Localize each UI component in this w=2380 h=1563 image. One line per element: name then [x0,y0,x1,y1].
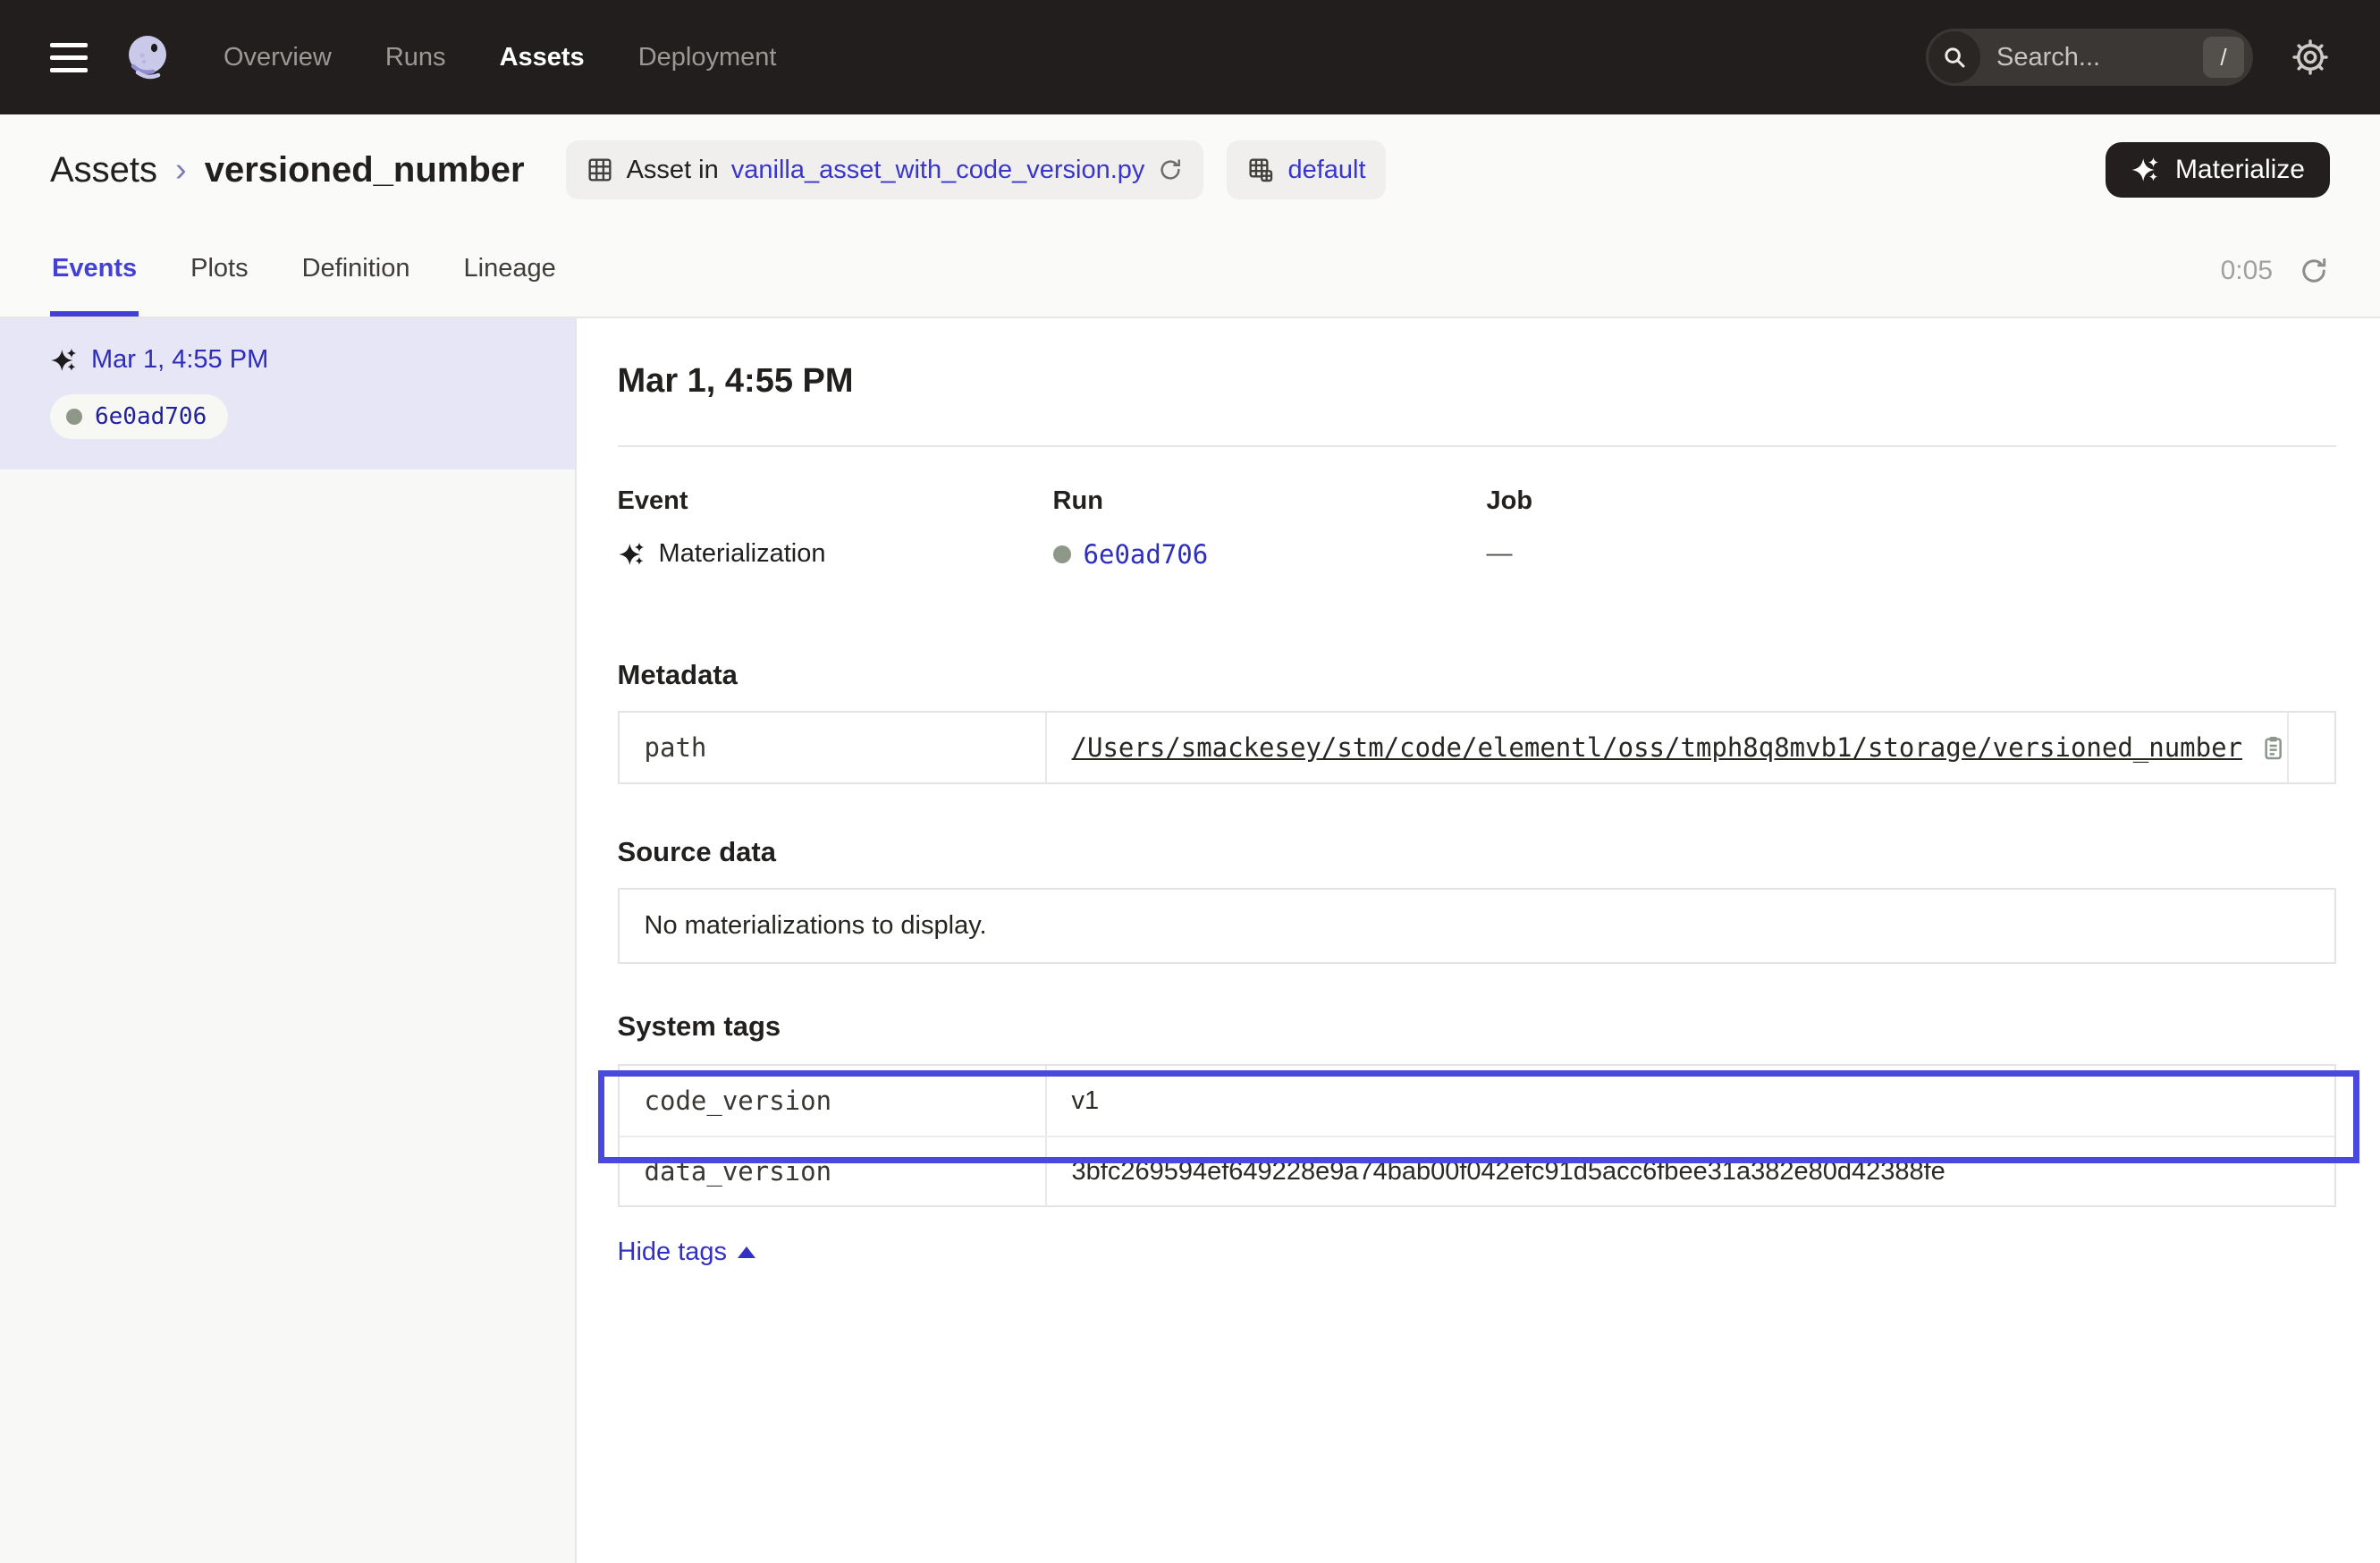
run-id-pill[interactable]: 6e0ad706 [50,394,228,439]
event-detail-title: Mar 1, 4:55 PM [618,359,2336,402]
event-type-value: Materialization [659,539,826,569]
tag-key: code_version [620,1066,1047,1136]
event-column-label: Event [618,486,1053,516]
breadcrumb-assets-link[interactable]: Assets [50,150,157,190]
hamburger-menu-icon[interactable] [50,43,88,72]
metadata-heading: Metadata [618,659,2336,691]
asset-group-badge: default [1227,140,1385,199]
run-column-label: Run [1053,486,1487,516]
tab-plots[interactable]: Plots [189,225,249,317]
dagster-logo-icon[interactable] [123,34,170,80]
event-list-item[interactable]: Mar 1, 4:55 PM 6e0ad706 [0,318,575,469]
tag-key: data_version [620,1137,1047,1205]
run-id-label: 6e0ad706 [95,403,207,430]
search-placeholder: Search... [1996,43,2100,72]
hide-tags-label: Hide tags [618,1238,728,1267]
system-tags-table: code_version v1 data_version 3bfc269594e… [618,1064,2336,1207]
breadcrumb-asset-name: versioned_number [205,150,525,190]
metadata-key: path [620,713,1047,782]
source-data-empty-message: No materializations to display. [618,888,2336,964]
table-grid-icon [586,156,614,184]
reload-definition-icon[interactable] [1157,156,1184,183]
refresh-button[interactable] [2298,255,2330,287]
refresh-timer: 0:05 [2221,256,2273,286]
system-tags-heading: System tags [618,1010,2336,1043]
search-input[interactable]: Search... / [1926,29,2253,86]
job-empty-value: — [1487,539,1513,569]
tag-value: v1 [1047,1066,2334,1136]
event-column: Event Materialization [618,486,1053,570]
nav-item-assets[interactable]: Assets [500,43,585,72]
sparkle-icon [2131,155,2161,185]
tab-lineage[interactable]: Lineage [462,225,558,317]
tab-events[interactable]: Events [50,225,139,317]
materialization-sparkle-icon [618,540,646,569]
hide-tags-link[interactable]: Hide tags [618,1238,756,1267]
breadcrumb-chevron-icon: › [175,151,187,190]
event-detail-pane: Mar 1, 4:55 PM Event Materialization Run [577,318,2380,1563]
run-status-dot-icon [66,409,82,425]
asset-tabs-bar: Events Plots Definition Lineage 0:05 [0,225,2380,318]
collapse-caret-icon [738,1246,755,1258]
tab-definition[interactable]: Definition [300,225,412,317]
job-column-label: Job [1487,486,2336,516]
metadata-path-link[interactable]: /Users/smackesey/stm/code/elementl/oss/t… [1072,732,2242,763]
asset-in-label: Asset in [627,156,719,185]
search-shortcut-badge: / [2203,37,2244,78]
materialize-button[interactable]: Materialize [2106,142,2330,198]
table-row: path /Users/smackesey/stm/code/elementl/… [620,713,2334,782]
asset-group-icon [1246,156,1275,184]
materialize-button-label: Materialize [2175,155,2305,185]
event-timestamp-link: Mar 1, 4:55 PM [91,345,268,375]
tag-value: 3bfc269594ef649228e9a74bab00f042efc91d5a… [1047,1137,2334,1205]
metadata-actions-cell [2287,713,2334,782]
source-data-heading: Source data [618,836,2336,868]
run-id-link[interactable]: 6e0ad706 [1084,539,1209,570]
event-list-sidebar: Mar 1, 4:55 PM 6e0ad706 [0,318,577,1563]
nav-item-runs[interactable]: Runs [385,43,446,72]
asset-header: Assets › versioned_number Asset in vanil… [0,114,2380,225]
search-icon [1928,31,1980,83]
asset-definition-badge: Asset in vanilla_asset_with_code_version… [566,140,1204,199]
group-link[interactable]: default [1287,156,1365,185]
nav-item-deployment[interactable]: Deployment [638,43,777,72]
metadata-table: path /Users/smackesey/stm/code/elementl/… [618,711,2336,784]
run-column: Run 6e0ad706 [1053,486,1487,570]
table-row-data-version: data_version 3bfc269594ef649228e9a74bab0… [620,1136,2334,1205]
run-status-dot-icon [1053,545,1071,563]
copy-clipboard-icon[interactable] [2258,733,2287,762]
refresh-icon [2298,255,2330,287]
divider [618,445,2336,447]
top-nav: Overview Runs Assets Deployment Search..… [0,0,2380,114]
table-row-code-version: code_version v1 [620,1066,2334,1136]
primary-nav: Overview Runs Assets Deployment [224,43,776,72]
materialization-sparkle-icon [50,346,79,375]
job-column: Job — [1487,486,2336,570]
asset-file-link[interactable]: vanilla_asset_with_code_version.py [731,156,1145,185]
settings-gear-icon[interactable] [2291,38,2330,77]
nav-item-overview[interactable]: Overview [224,43,332,72]
